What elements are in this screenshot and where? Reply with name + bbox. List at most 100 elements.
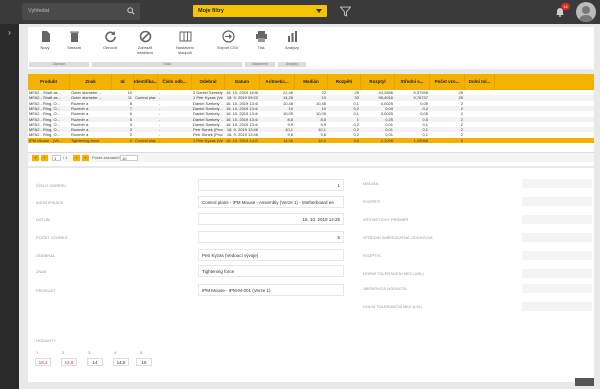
field-label: Odebral — [36, 253, 56, 258]
table-row[interactable]: IPM Mouse - (Ve... Tightening force 9 Contr… — [28, 137, 594, 143]
delete-button[interactable]: Smazat — [60, 30, 88, 50]
field-value: Tightening force — [198, 265, 344, 277]
sidebar-toggle-icon[interactable]: › — [0, 28, 19, 38]
value-cell: 14,5 — [113, 358, 129, 366]
columns-icon — [179, 31, 191, 42]
value-index: 1 — [36, 350, 39, 355]
value-index: 5 — [140, 350, 143, 355]
field-value-box — [522, 179, 592, 188]
field-value-box — [522, 251, 592, 260]
field-label: Aritmetický průměr — [363, 217, 409, 222]
pager: « ‹ 1 / 1 › » Počet záznamů 10 — [28, 152, 594, 162]
column-header[interactable]: Střední s... — [395, 74, 430, 90]
value-cell: 16,1 — [35, 358, 51, 366]
search-input[interactable]: Vyhledat — [22, 3, 140, 20]
refresh-icon — [104, 31, 116, 43]
column-header[interactable]: Identifika... — [134, 74, 158, 90]
column-header[interactable]: Aritmetic... — [260, 74, 295, 90]
field-label: Datum — [36, 217, 50, 222]
show-inactive-button[interactable]: Zobrazit neaktivní — [131, 30, 159, 55]
analytics-button[interactable]: Analýzy — [278, 30, 306, 50]
table-cell: 16. 10. 2019 14:25 — [226, 137, 258, 143]
column-header[interactable]: Id — [112, 74, 134, 90]
notification-badge: 16 — [561, 3, 570, 10]
scrollbar[interactable] — [575, 378, 594, 386]
next-page-button[interactable]: › — [73, 155, 80, 161]
column-settings-button[interactable]: Nastavení sloupců — [171, 30, 199, 55]
field-value: 16. 10. 2019 14:25 — [198, 213, 344, 225]
search-icon[interactable] — [127, 7, 135, 15]
table-cell: 1,1096 — [380, 137, 393, 143]
table-cell: 9 — [129, 137, 132, 143]
column-header[interactable]: Číslo odb... — [158, 74, 192, 90]
table-cell: 1 Petr Kyzas (Ved... — [193, 137, 223, 143]
field-label: Číslo odběru — [36, 183, 67, 188]
bar-chart-icon — [287, 31, 297, 42]
column-header[interactable]: Odebral — [192, 74, 225, 90]
table-cell: 5 — [460, 137, 463, 143]
record-count-select[interactable]: 10 — [120, 155, 138, 161]
prev-page-button[interactable]: ‹ — [41, 155, 48, 161]
column-header[interactable]: Znak — [70, 74, 112, 90]
table-cell: Control plans - I... — [135, 137, 156, 143]
field-label: Počet vzorků — [36, 235, 68, 240]
group-record: Záznam — [29, 62, 89, 67]
printer-icon — [255, 31, 267, 42]
filter-dropdown[interactable]: Moje filtry — [193, 5, 327, 17]
detail-panel: Číslo odběru 1 Identifikace Control plans -… — [28, 168, 594, 382]
field-value: 5 — [198, 231, 344, 243]
refresh-button[interactable]: Obnovit — [96, 30, 124, 50]
value-index: 4 — [114, 350, 117, 355]
avatar[interactable] — [576, 2, 596, 22]
values-label: Hodnoty — [36, 338, 56, 343]
print-button[interactable]: Tisk — [247, 30, 275, 50]
field-label: Střední směrodatná odchylka — [363, 235, 433, 240]
export-csv-button[interactable]: Export CSV — [214, 30, 242, 50]
field-label: Znak — [36, 269, 47, 274]
column-header[interactable]: Produkt — [28, 74, 70, 90]
column-header[interactable]: Dolní tol... — [465, 74, 495, 90]
group-data: Data — [92, 62, 242, 67]
table-cell: 1,09068 — [413, 137, 428, 143]
record-count-label: Počet záznamů — [92, 155, 120, 160]
toolbar: Nový Smazat Obnovit Zobrazit neaktivní N… — [28, 27, 594, 69]
column-header[interactable]: Medián — [295, 74, 328, 90]
column-header[interactable]: Rozpětí — [328, 74, 361, 90]
document-icon — [41, 31, 50, 42]
column-header[interactable]: Počet vzo... — [430, 74, 465, 90]
table-cell: 3,5 — [353, 137, 359, 143]
top-bar: Vyhledat Moje filtry 16 — [0, 0, 600, 24]
funnel-icon[interactable] — [340, 6, 351, 17]
first-page-button[interactable]: « — [32, 155, 39, 161]
field-value: Petr Kyzas (Vedoucí vývoje) — [198, 249, 344, 261]
field-label: Dolní toleranční mez (LSL) — [363, 304, 423, 309]
field-label: Produkt — [36, 288, 56, 293]
column-header[interactable]: Datum — [225, 74, 260, 90]
page-total: / 1 — [63, 155, 68, 160]
ban-icon — [139, 30, 151, 43]
column-header[interactable]: Rozptyl — [361, 74, 395, 90]
field-label: Rozptyl — [363, 253, 382, 258]
group-analytics: Analýzy — [278, 62, 306, 67]
last-page-button[interactable]: » — [82, 155, 89, 161]
table-cell: Tightening force — [71, 137, 100, 143]
value-index: 3 — [88, 350, 91, 355]
field-value-box — [522, 284, 592, 293]
table-cell: - — [159, 137, 161, 143]
new-button[interactable]: Nový — [31, 30, 59, 50]
value-cell: 12,8 — [61, 358, 77, 366]
field-label: Jmenovitá hodnota — [363, 286, 407, 291]
field-value-box — [522, 269, 592, 278]
chevron-down-icon — [316, 9, 322, 13]
field-value-box — [522, 197, 592, 206]
field-value: IPM Mouse - IPM-M-001 (Verze 1) — [198, 284, 344, 296]
field-label: Horní toleranční mez (USL) — [363, 271, 424, 276]
page-input[interactable]: 1 — [52, 155, 61, 161]
value-cell: 15 — [136, 358, 152, 366]
field-value: 1 — [198, 179, 344, 191]
trash-icon — [69, 31, 79, 42]
field-label: Rozpětí — [363, 199, 381, 204]
grid-header: Produkt Znak Id Identifika... Číslo odb... Od… — [28, 74, 594, 90]
field-label: Identifikace — [36, 200, 64, 205]
value-cell: 14 — [87, 358, 103, 366]
